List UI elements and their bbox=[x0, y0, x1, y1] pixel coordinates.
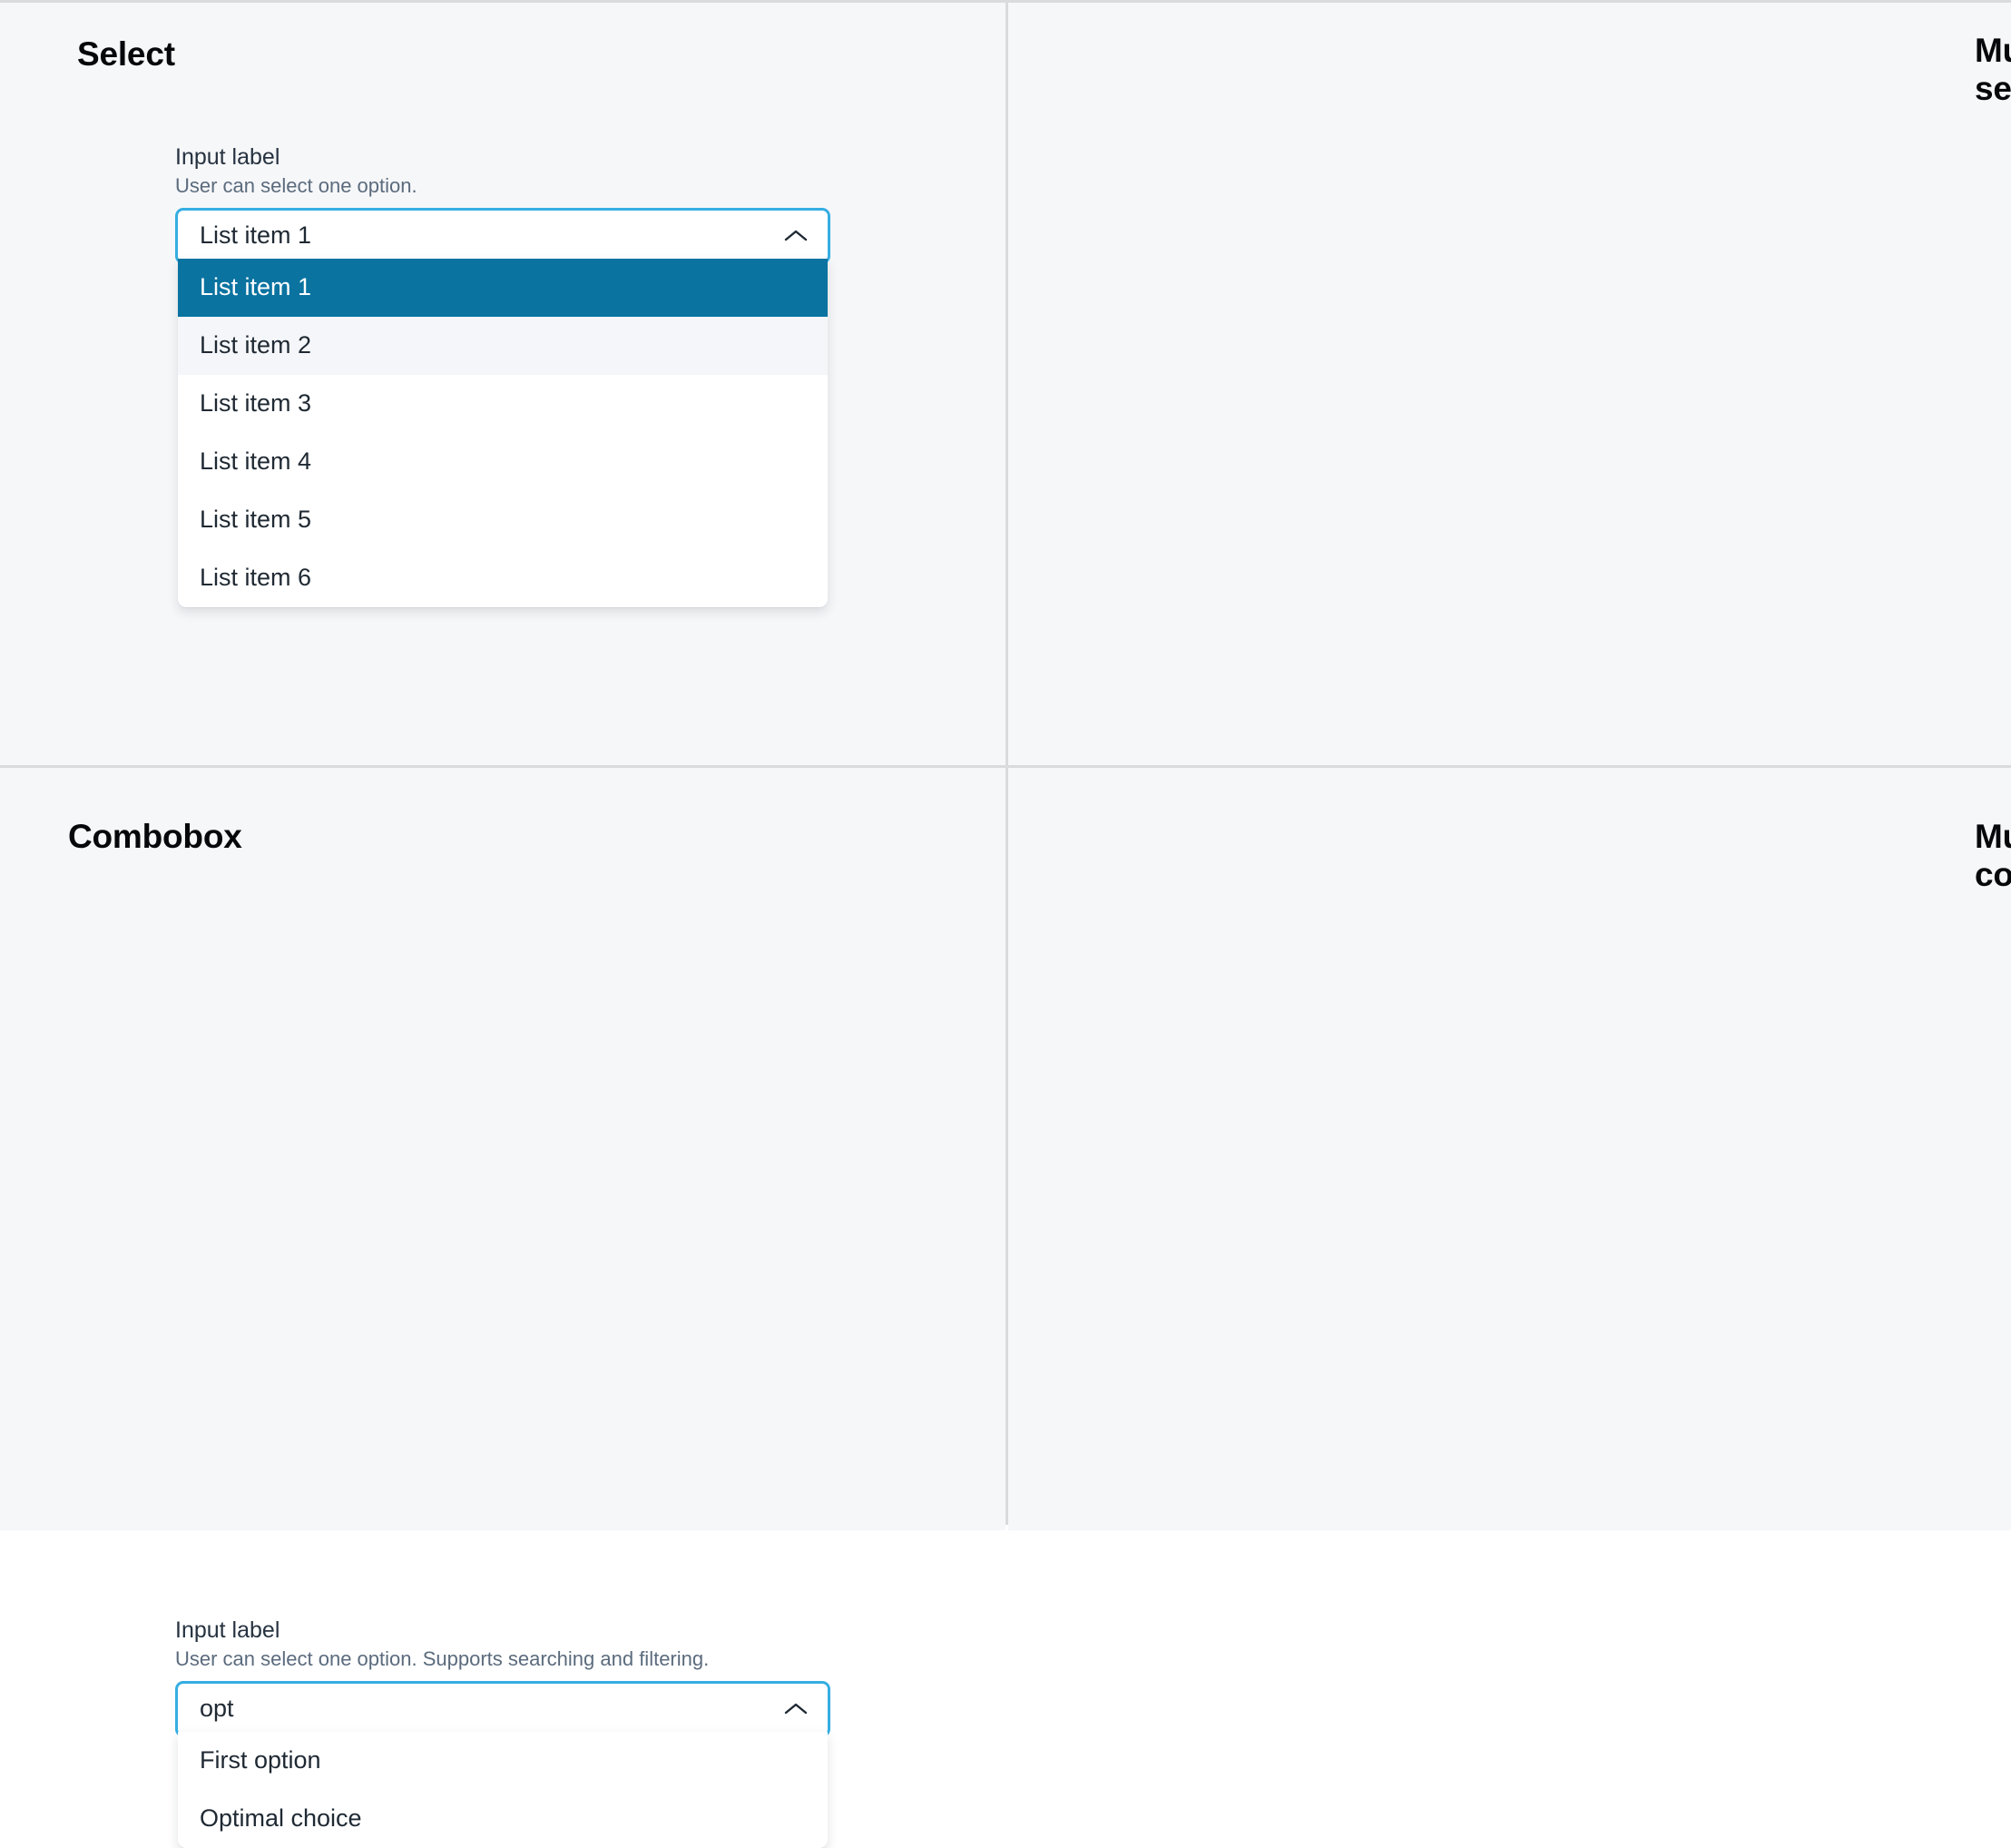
list-item[interactable]: Optimal choice bbox=[178, 1790, 828, 1848]
list-item[interactable]: List item 3 bbox=[178, 375, 828, 433]
select-dropdown-menu: List item 1 List item 2 List item 3 List… bbox=[178, 259, 828, 607]
combobox-dropdown-menu: First option Optimal choice bbox=[178, 1732, 828, 1848]
select-selected-value: List item 1 bbox=[200, 221, 773, 250]
panel-select: Select Input label User can select one o… bbox=[0, 3, 1006, 765]
list-item-label: List item 1 bbox=[200, 273, 311, 301]
panel-multiple-combobox: Multiple combobox Input label User can s… bbox=[1008, 768, 2011, 1530]
list-item-label: List item 2 bbox=[200, 331, 311, 359]
list-item-label: List item 6 bbox=[200, 564, 311, 592]
combobox-input-description: User can select one option. Supports sea… bbox=[175, 1646, 830, 1673]
panel-combobox: Combobox Input label User can select one… bbox=[0, 768, 1006, 1530]
combobox-search-value[interactable]: opt bbox=[200, 1695, 773, 1723]
list-item-label: List item 4 bbox=[200, 447, 311, 476]
list-item[interactable]: List item 1 bbox=[178, 259, 828, 317]
page-title-multiple-select: Multiple select bbox=[1975, 32, 2011, 108]
combobox-input[interactable]: opt First option Optimal choice bbox=[175, 1681, 830, 1737]
list-item-label: Optimal choice bbox=[200, 1804, 362, 1833]
component-showcase-grid: Select Input label User can select one o… bbox=[0, 0, 2011, 1525]
combobox-input-label: Input label bbox=[175, 1617, 830, 1645]
list-item[interactable]: List item 4 bbox=[178, 433, 828, 491]
list-item-label: List item 5 bbox=[200, 506, 311, 534]
page-title-multiple-combobox: Multiple combobox bbox=[1975, 818, 2011, 894]
combobox-field-group: Input label User can select one option. … bbox=[175, 1617, 830, 1737]
chevron-up-icon[interactable] bbox=[780, 221, 811, 251]
panel-multiple-select: Multiple select Input label User can sel… bbox=[1008, 3, 2011, 765]
list-item[interactable]: List item 5 bbox=[178, 491, 828, 549]
select-input-label: Input label bbox=[175, 143, 830, 172]
list-item-label: First option bbox=[200, 1746, 321, 1774]
select-field-group: Input label User can select one option. … bbox=[175, 143, 830, 264]
list-item-label: List item 3 bbox=[200, 389, 311, 418]
page-title-select: Select bbox=[77, 35, 175, 74]
select-input-description: User can select one option. bbox=[175, 173, 830, 200]
select-input[interactable]: List item 1 List item 1 List item 2 List… bbox=[175, 208, 830, 264]
page-title-combobox: Combobox bbox=[68, 818, 242, 856]
list-item[interactable]: List item 6 bbox=[178, 549, 828, 607]
list-item[interactable]: First option bbox=[178, 1732, 828, 1790]
list-item[interactable]: List item 2 bbox=[178, 317, 828, 375]
chevron-up-icon[interactable] bbox=[780, 1694, 811, 1725]
